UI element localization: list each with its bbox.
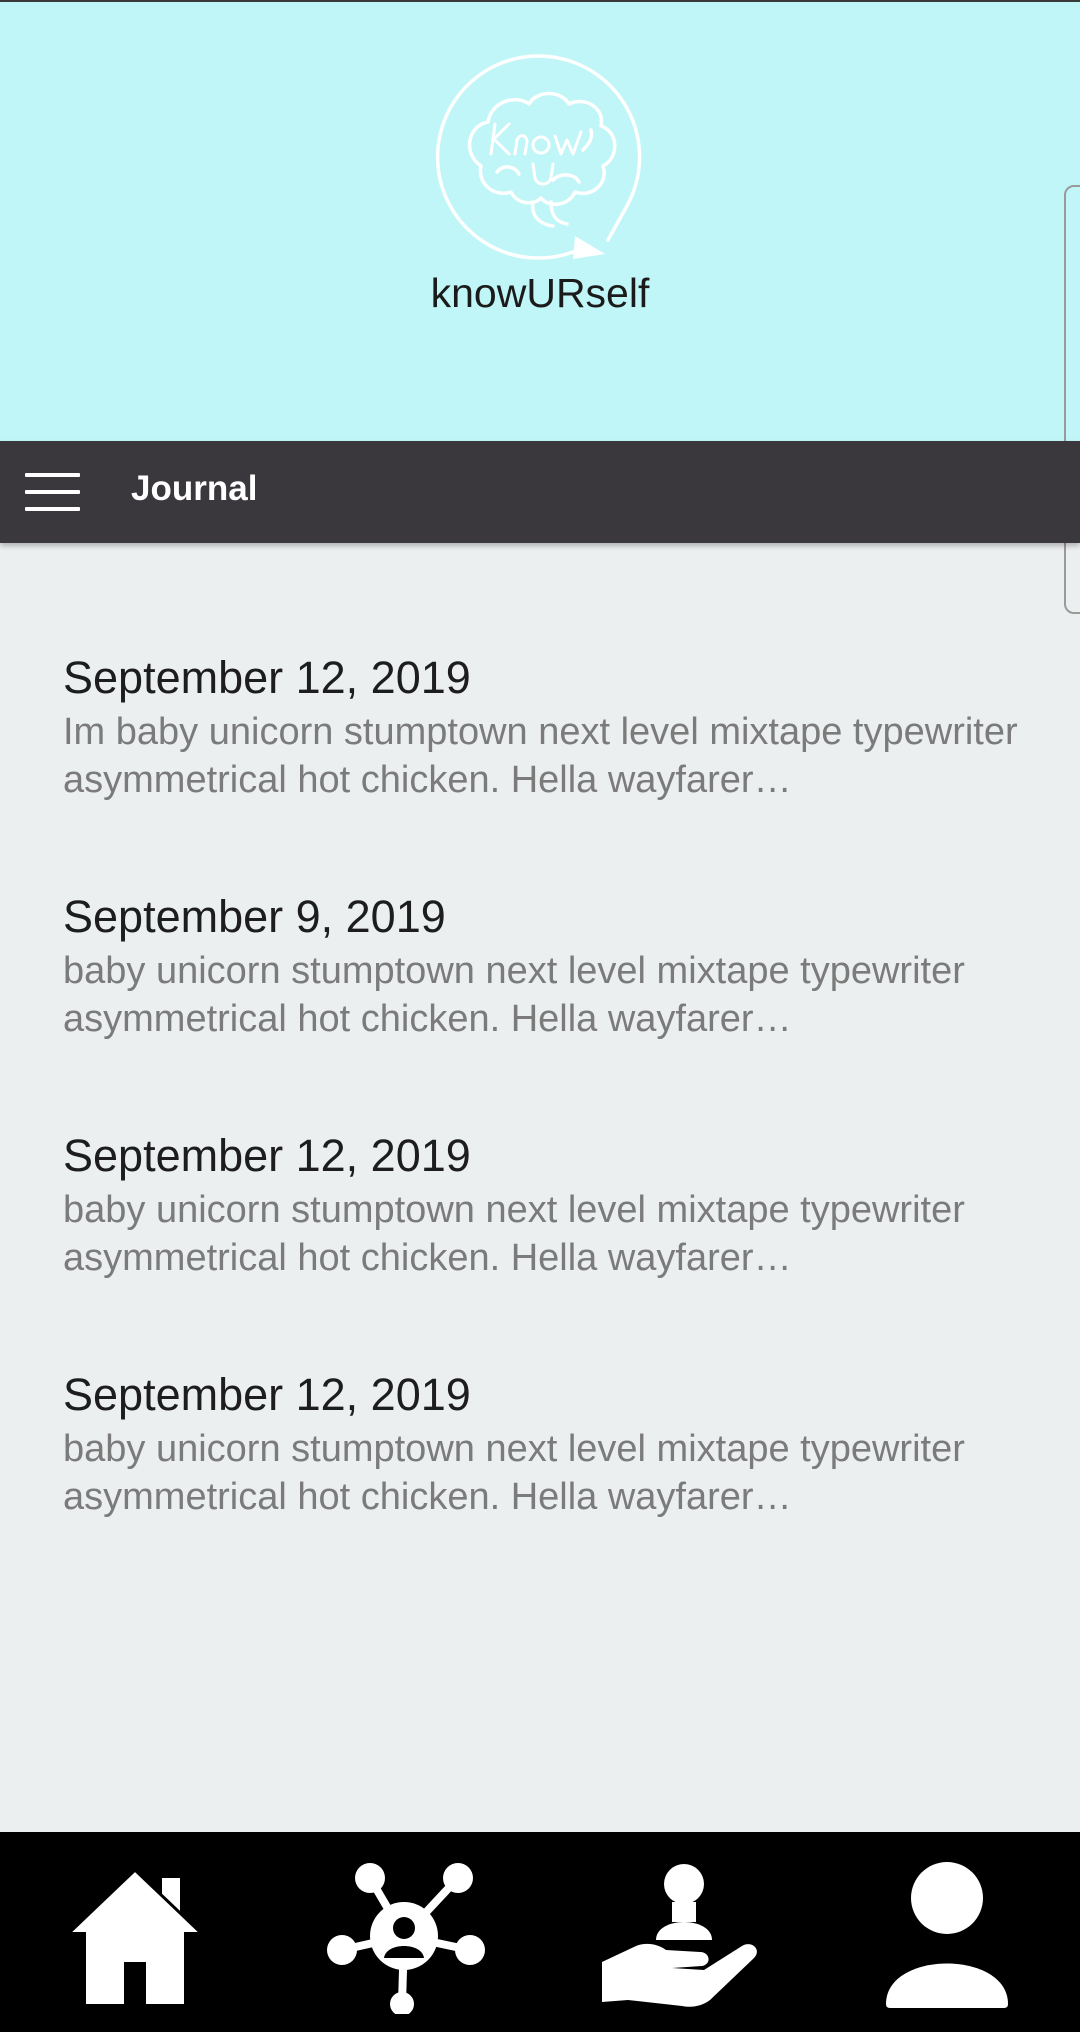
app-name: knowURself [430, 270, 650, 316]
brain-logo-icon [433, 54, 648, 269]
side-drawer-handle[interactable] [1064, 185, 1080, 614]
network-icon [327, 1863, 485, 2014]
journal-entry[interactable]: September 12, 2019 Im baby unicorn stump… [63, 650, 1033, 804]
journal-entry[interactable]: September 12, 2019 baby unicorn stumptow… [63, 1128, 1033, 1282]
entry-preview: Im baby unicorn stumptown next level mix… [63, 711, 1018, 801]
entry-date: September 12, 2019 [63, 1369, 471, 1420]
entry-date: September 9, 2019 [63, 891, 446, 942]
page-title: Journal [131, 469, 258, 508]
entry-date: September 12, 2019 [63, 652, 471, 703]
hamburger-menu-icon[interactable] [25, 470, 80, 514]
journal-entry[interactable]: September 9, 2019 baby unicorn stumptown… [63, 889, 1033, 1043]
entry-preview: baby unicorn stumptown next level mixtap… [63, 1428, 965, 1518]
entry-preview: baby unicorn stumptown next level mixtap… [63, 1189, 965, 1279]
nav-network-button[interactable] [320, 1854, 490, 2014]
nav-profile-button[interactable] [860, 1854, 1030, 2014]
nav-home-button[interactable] [50, 1854, 220, 2014]
profile-icon [886, 1862, 1008, 2008]
toolbar: Journal [0, 441, 1080, 543]
journal-entry[interactable]: September 12, 2019 baby unicorn stumptow… [63, 1367, 1033, 1521]
home-icon [68, 1868, 202, 2004]
entry-date: September 12, 2019 [63, 1130, 471, 1181]
app-header: knowURself [0, 0, 1080, 441]
nav-support-button[interactable] [592, 1854, 762, 2014]
helping-hand-icon [602, 1864, 757, 2007]
bottom-navigation [0, 1832, 1080, 2032]
entry-preview: baby unicorn stumptown next level mixtap… [63, 950, 965, 1040]
